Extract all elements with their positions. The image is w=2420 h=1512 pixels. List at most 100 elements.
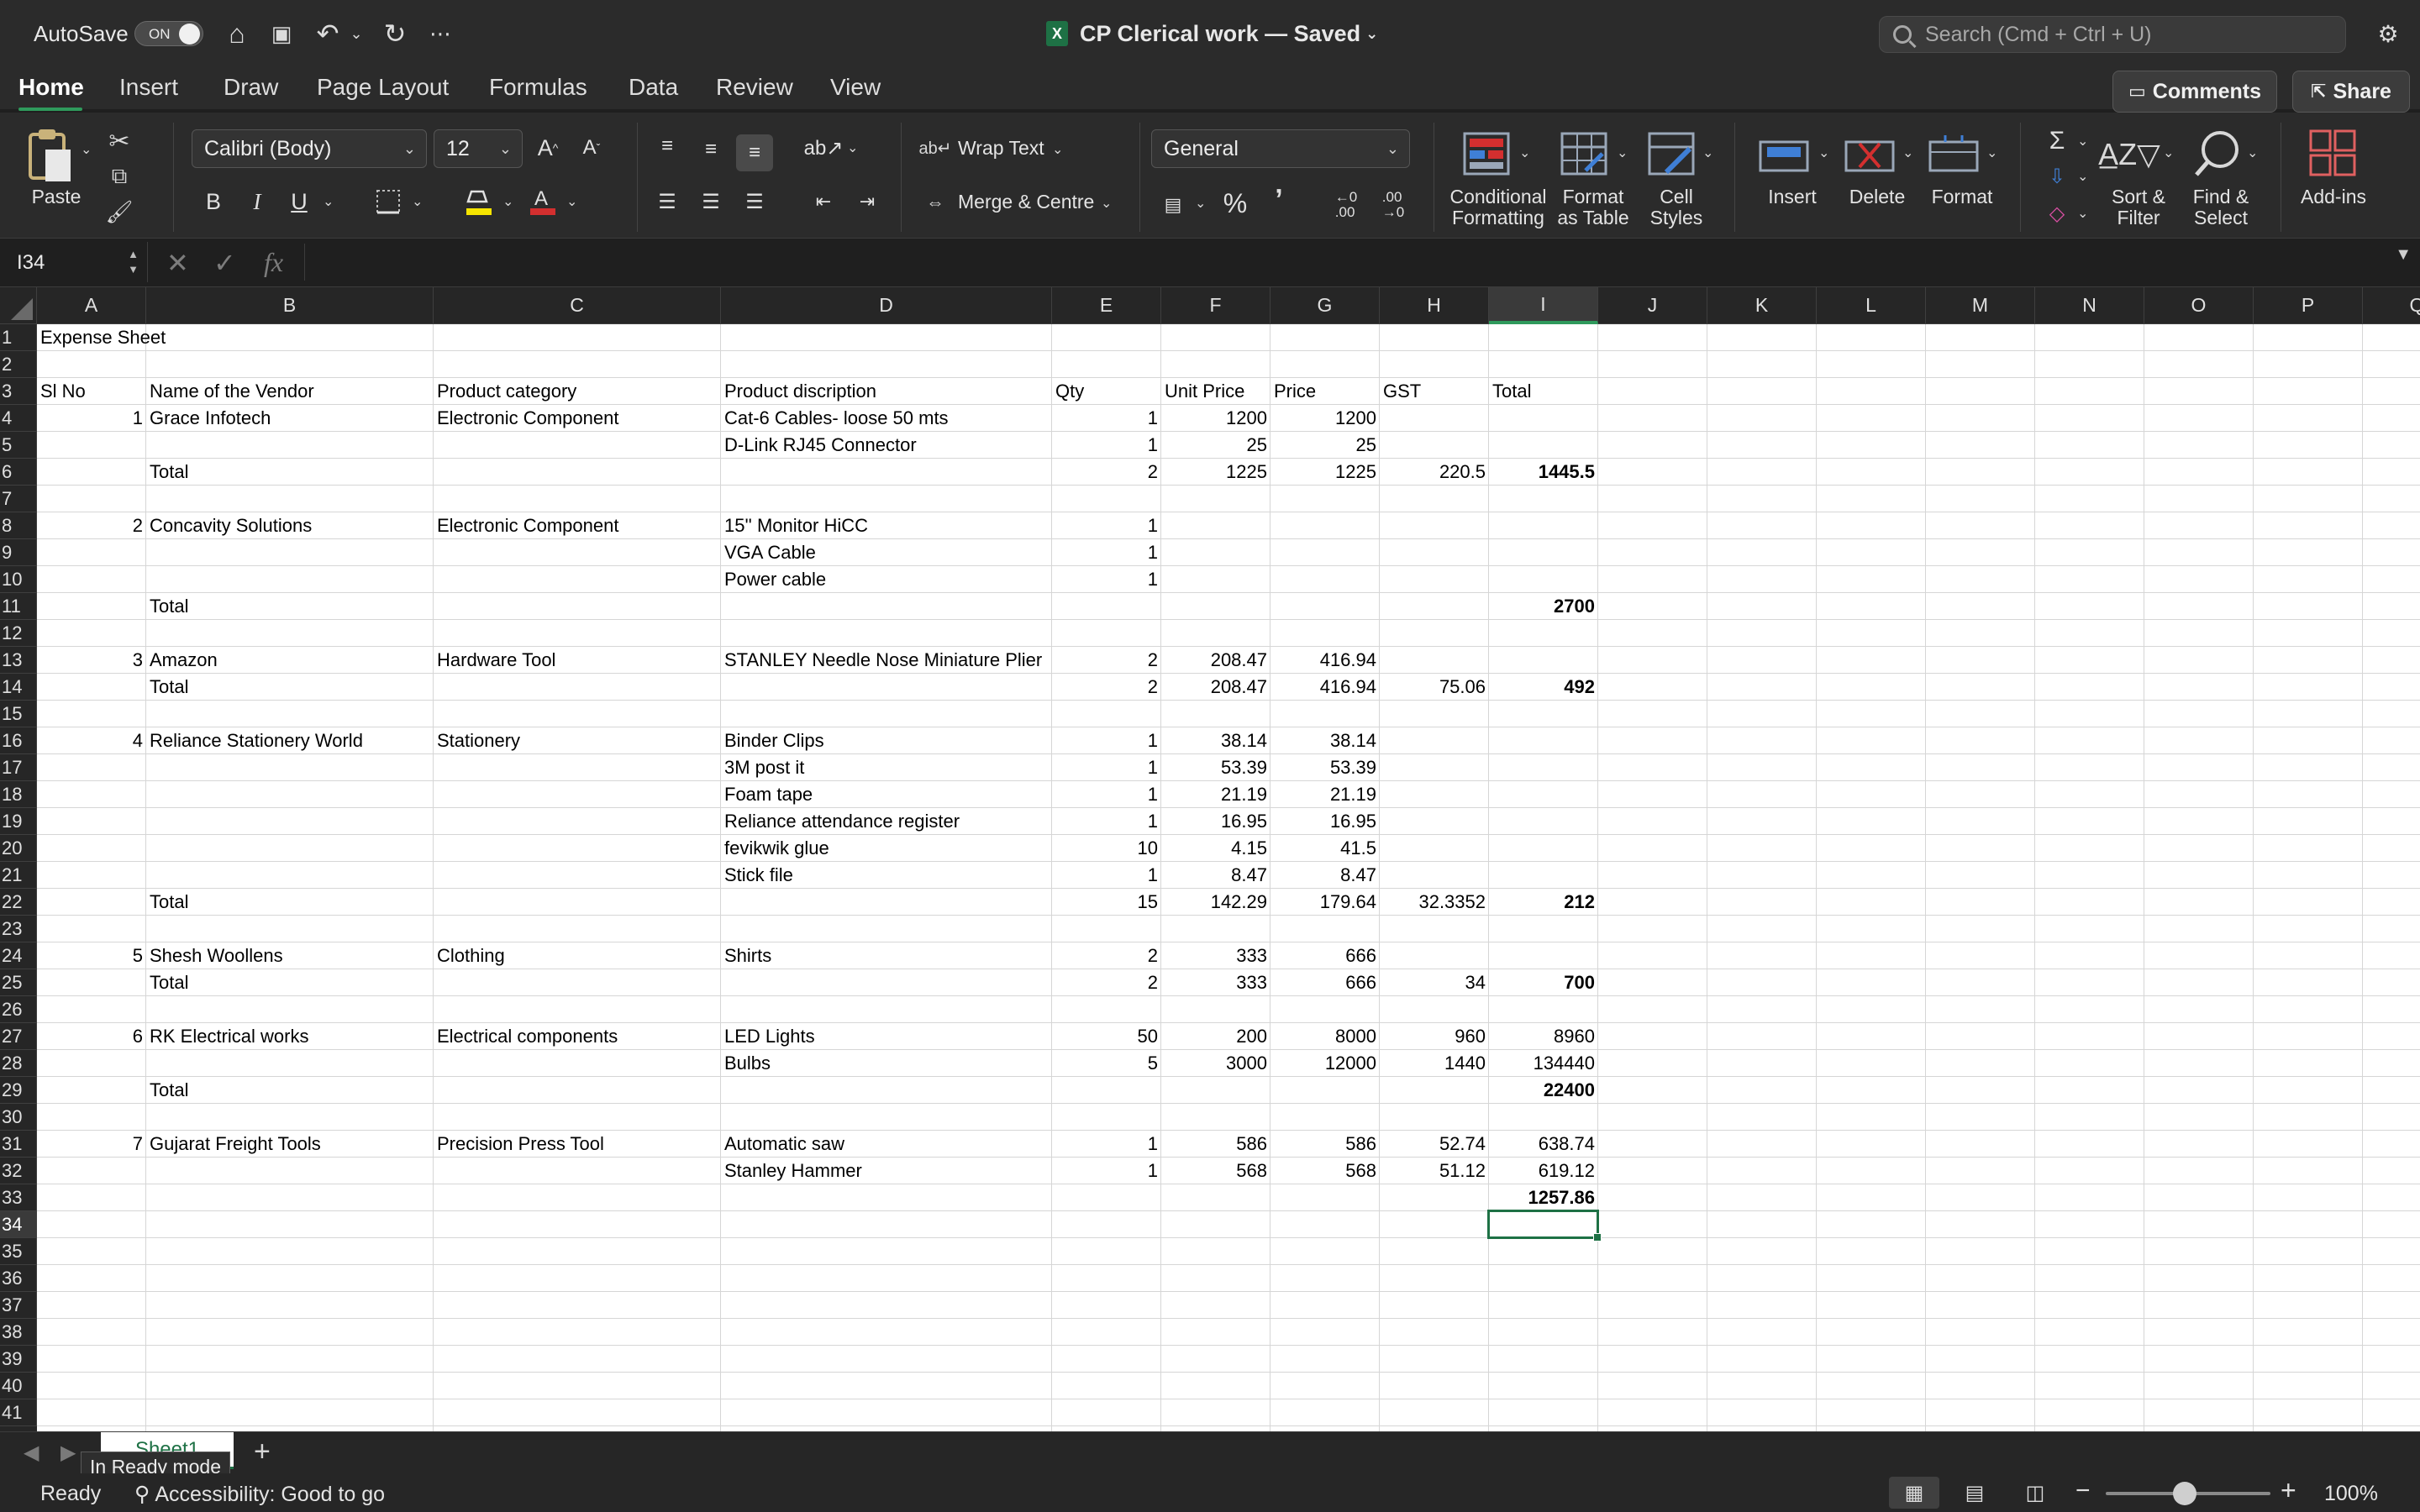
- cell-c41[interactable]: [434, 1399, 721, 1426]
- add-ins-label[interactable]: Add-ins: [2296, 186, 2371, 207]
- decrease-decimal-icon[interactable]: .00 →0: [1375, 186, 1412, 223]
- cell-d16[interactable]: Binder Clips: [721, 727, 1052, 754]
- cell-a17[interactable]: [37, 754, 146, 781]
- cell-g21[interactable]: 8.47: [1270, 862, 1380, 889]
- cut-icon[interactable]: ✂: [103, 124, 136, 158]
- column-header-c[interactable]: C: [434, 287, 721, 324]
- cell-f20[interactable]: 4.15: [1161, 835, 1270, 862]
- select-all-corner[interactable]: [0, 287, 37, 324]
- insert-cells-icon[interactable]: [1758, 131, 1812, 178]
- cell-h8[interactable]: [1380, 512, 1489, 539]
- cell-g4[interactable]: 1200: [1270, 405, 1380, 432]
- cell-g12[interactable]: [1270, 620, 1380, 647]
- cell-f6[interactable]: 1225: [1161, 459, 1270, 486]
- column-header-b[interactable]: B: [146, 287, 434, 324]
- cell-e41[interactable]: [1052, 1399, 1161, 1426]
- cell-c6[interactable]: [434, 459, 721, 486]
- cell-a19[interactable]: [37, 808, 146, 835]
- cell-e32[interactable]: 1: [1052, 1158, 1161, 1184]
- expand-formula-bar-icon[interactable]: ▼: [2395, 245, 2412, 265]
- normal-view-icon[interactable]: ▦: [1889, 1477, 1939, 1509]
- orientation-icon[interactable]: ab↗: [804, 129, 844, 166]
- row-header-22[interactable]: 22: [0, 889, 37, 916]
- cell-i40[interactable]: [1489, 1373, 1598, 1399]
- cell-a32[interactable]: [37, 1158, 146, 1184]
- cell-h21[interactable]: [1380, 862, 1489, 889]
- previous-sheet-icon[interactable]: ◀: [24, 1441, 39, 1465]
- cell-b3[interactable]: Name of the Vendor: [146, 378, 434, 405]
- decrease-font-icon[interactable]: Aˇ: [573, 129, 610, 166]
- cell-f8[interactable]: [1161, 512, 1270, 539]
- cell-h26[interactable]: [1380, 996, 1489, 1023]
- column-header-a[interactable]: A: [37, 287, 146, 324]
- percent-style-button[interactable]: %: [1217, 185, 1254, 222]
- cell-c12[interactable]: [434, 620, 721, 647]
- cell-f34[interactable]: [1161, 1211, 1270, 1238]
- fill-icon[interactable]: ⇩: [2039, 158, 2075, 195]
- cell-i24[interactable]: [1489, 942, 1598, 969]
- autosave-toggle[interactable]: ON: [134, 21, 203, 46]
- merge-centre-label[interactable]: Merge & Centre: [958, 192, 1094, 213]
- font-name-dropdown[interactable]: Calibri (Body) ⌄: [192, 129, 427, 168]
- cell-a26[interactable]: [37, 996, 146, 1023]
- cell-g26[interactable]: [1270, 996, 1380, 1023]
- cell-d38[interactable]: [721, 1319, 1052, 1346]
- format-cells-label[interactable]: Format: [1928, 186, 1996, 207]
- tab-draw[interactable]: Draw: [224, 74, 278, 101]
- tab-review[interactable]: Review: [716, 74, 793, 101]
- cell-g18[interactable]: 21.19: [1270, 781, 1380, 808]
- format-cells-icon[interactable]: [1928, 131, 1981, 178]
- cell-c26[interactable]: [434, 996, 721, 1023]
- cell-i4[interactable]: [1489, 405, 1598, 432]
- cell-h20[interactable]: [1380, 835, 1489, 862]
- delete-cells-label[interactable]: Delete: [1845, 186, 1909, 207]
- cell-f17[interactable]: 53.39: [1161, 754, 1270, 781]
- cell-h19[interactable]: [1380, 808, 1489, 835]
- column-header-e[interactable]: E: [1052, 287, 1161, 324]
- cell-e21[interactable]: 1: [1052, 862, 1161, 889]
- cell-b17[interactable]: [146, 754, 434, 781]
- cell-b38[interactable]: [146, 1319, 434, 1346]
- find-select-label[interactable]: Find & Select: [2183, 186, 2259, 228]
- cell-e27[interactable]: 50: [1052, 1023, 1161, 1050]
- cell-a9[interactable]: [37, 539, 146, 566]
- cell-h15[interactable]: [1380, 701, 1489, 727]
- cell-d25[interactable]: [721, 969, 1052, 996]
- row-header-11[interactable]: 11: [0, 593, 37, 620]
- cell-h12[interactable]: [1380, 620, 1489, 647]
- cell-e3[interactable]: Qty: [1052, 378, 1161, 405]
- cell-c18[interactable]: [434, 781, 721, 808]
- save-icon[interactable]: ▣: [265, 17, 298, 50]
- cell-c33[interactable]: [434, 1184, 721, 1211]
- cell-g23[interactable]: [1270, 916, 1380, 942]
- conditional-formatting-icon[interactable]: [1462, 129, 1512, 180]
- cell-b16[interactable]: Reliance Stationery World: [146, 727, 434, 754]
- cell-d8[interactable]: 15'' Monitor HiCC: [721, 512, 1052, 539]
- cell-a11[interactable]: [37, 593, 146, 620]
- column-header-f[interactable]: F: [1161, 287, 1270, 324]
- cell-h40[interactable]: [1380, 1373, 1489, 1399]
- cell-i35[interactable]: [1489, 1238, 1598, 1265]
- cell-b9[interactable]: [146, 539, 434, 566]
- font-color-dropdown-icon[interactable]: ⌄: [566, 193, 577, 210]
- accounting-dropdown-icon[interactable]: ⌄: [1195, 195, 1206, 212]
- cell-h5[interactable]: [1380, 432, 1489, 459]
- cell-h27[interactable]: 960: [1380, 1023, 1489, 1050]
- cell-f30[interactable]: [1161, 1104, 1270, 1131]
- insert-dropdown-icon[interactable]: ⌄: [1818, 144, 1829, 161]
- delete-cells-icon[interactable]: [1844, 131, 1897, 178]
- cell-h38[interactable]: [1380, 1319, 1489, 1346]
- cell-f21[interactable]: 8.47: [1161, 862, 1270, 889]
- cell-c37[interactable]: [434, 1292, 721, 1319]
- cell-c16[interactable]: Stationery: [434, 727, 721, 754]
- cell-h11[interactable]: [1380, 593, 1489, 620]
- cell-e34[interactable]: [1052, 1211, 1161, 1238]
- column-header-l[interactable]: L: [1817, 287, 1926, 324]
- cell-h1[interactable]: [1380, 324, 1489, 351]
- cell-f10[interactable]: [1161, 566, 1270, 593]
- cell-c10[interactable]: [434, 566, 721, 593]
- cell-a3[interactable]: Sl No: [37, 378, 146, 405]
- column-header-q[interactable]: Q: [2363, 287, 2420, 324]
- more-options-icon[interactable]: ⋯: [424, 17, 457, 50]
- cell-g36[interactable]: [1270, 1265, 1380, 1292]
